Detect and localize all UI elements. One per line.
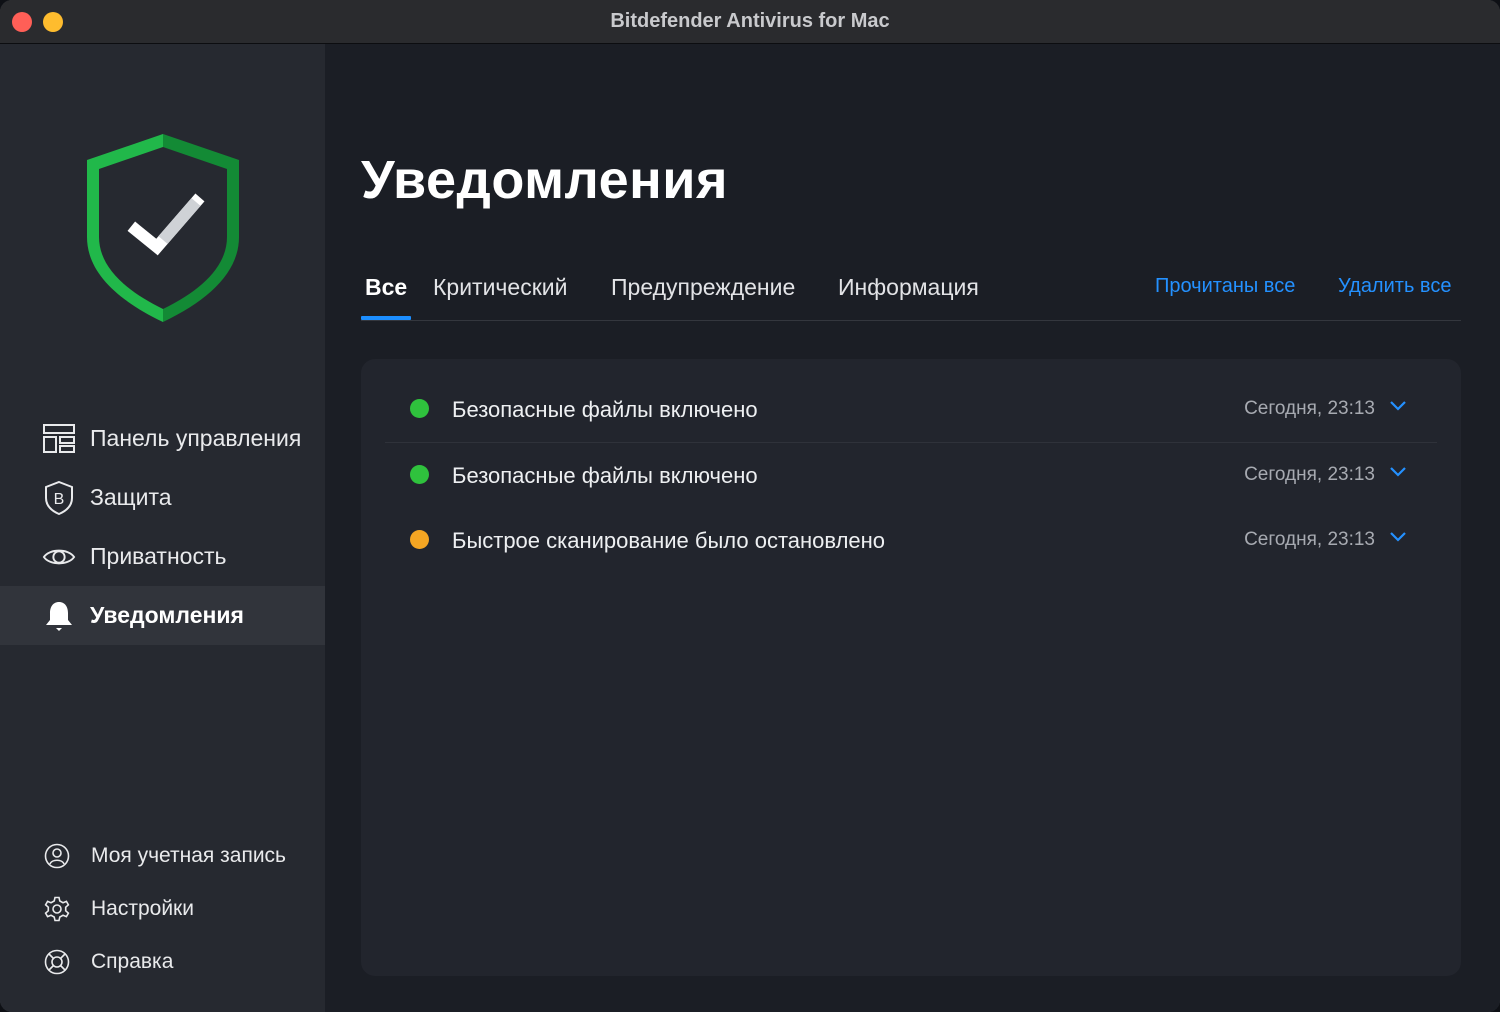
tab-critical[interactable]: Критический [433,274,567,301]
eye-icon [42,540,76,574]
gear-icon [42,894,72,924]
chevron-down-icon[interactable] [1389,399,1407,413]
protection-shield-icon: B [42,480,76,515]
sidebar-item-notifications[interactable]: Уведомления [0,586,325,645]
chevron-down-icon[interactable] [1389,530,1407,544]
list-item[interactable]: Быстрое сканирование было остановлено Се… [385,508,1437,573]
main-content: Уведомления Все Критический Предупрежден… [325,44,1500,1012]
status-dot-green [410,399,429,418]
tab-label: Все [365,274,408,300]
filter-tabs: Все Критический Предупреждение Информаци… [361,270,1461,321]
notifications-list: Безопасные файлы включено Сегодня, 23:13… [361,359,1461,976]
sidebar-item-protection[interactable]: B Защита [0,468,325,527]
tab-all[interactable]: Все [361,274,411,320]
notification-text: Безопасные файлы включено [452,397,758,422]
delete-all-link[interactable]: Удалить все [1338,275,1451,298]
sidebar-item-label: Защита [90,484,172,510]
sidebar-item-label: Настройки [91,897,194,920]
notification-time: Сегодня, 23:13 [1244,529,1375,550]
status-dot-green [410,465,429,484]
sidebar-item-help[interactable]: Справка [0,940,325,984]
chevron-down-icon[interactable] [1389,465,1407,479]
title-bar: Bitdefender Antivirus for Mac [0,0,1500,44]
shield-check-icon [87,134,239,322]
sidebar-item-label: Моя учетная запись [91,844,286,867]
sidebar-item-label: Приватность [90,543,227,569]
sidebar-item-settings[interactable]: Настройки [0,887,325,931]
sidebar-item-label: Справка [91,950,174,973]
page-title: Уведомления [361,150,728,210]
sidebar-item-label: Панель управления [90,425,302,451]
list-item[interactable]: Безопасные файлы включено Сегодня, 23:13 [385,377,1437,443]
notification-text: Быстрое сканирование было остановлено [452,528,886,553]
sidebar-item-dashboard[interactable]: Панель управления [0,409,325,468]
sidebar-item-account[interactable]: Моя учетная запись [0,834,325,878]
status-dot-orange [410,530,429,549]
app-window: Bitdefender Antivirus for Mac Панель упр… [0,0,1500,1012]
svg-text:B: B [54,491,65,508]
active-tab-indicator [361,316,411,320]
notification-text: Безопасные файлы включено [452,463,758,488]
account-icon [42,841,72,871]
window-title: Bitdefender Antivirus for Mac [610,10,890,32]
tab-warning[interactable]: Предупреждение [611,274,795,301]
sidebar-item-label: Уведомления [90,602,244,628]
bell-icon [42,599,76,633]
help-lifebuoy-icon [42,947,72,977]
dashboard-icon [42,422,76,456]
sidebar: Панель управления B Защита Приватность У… [0,44,325,1012]
list-item[interactable]: Безопасные файлы включено Сегодня, 23:13 [385,443,1437,508]
mark-all-read-link[interactable]: Прочитаны все [1155,275,1295,298]
sidebar-item-privacy[interactable]: Приватность [0,527,325,586]
tab-info[interactable]: Информация [838,274,979,301]
notification-time: Сегодня, 23:13 [1244,398,1375,419]
notification-time: Сегодня, 23:13 [1244,464,1375,485]
